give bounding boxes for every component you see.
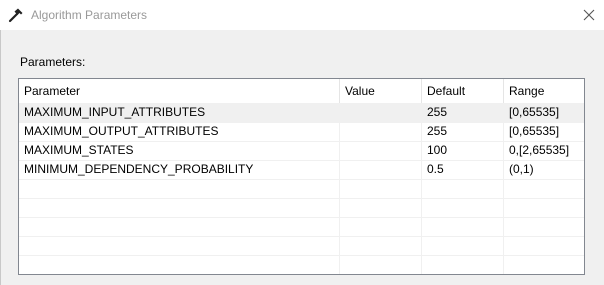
parameters-label: Parameters: — [20, 55, 86, 69]
row-divider — [19, 217, 584, 218]
default-cell: 0.5 — [427, 162, 444, 176]
parameters-table[interactable]: Parameter Value Default Range MAXIMUM_IN… — [18, 78, 585, 275]
title-bar: Algorithm Parameters — [0, 0, 604, 30]
value-cell[interactable] — [340, 141, 422, 160]
column-divider[interactable] — [503, 79, 504, 103]
value-cell[interactable] — [340, 103, 422, 122]
row-divider — [19, 179, 584, 180]
default-cell: 255 — [427, 124, 448, 138]
value-cell[interactable] — [340, 122, 422, 141]
column-divider[interactable] — [421, 79, 422, 103]
table-row[interactable]: MAXIMUM_INPUT_ATTRIBUTES 255 [0,65535] — [19, 103, 584, 122]
range-cell: 0,[2,65535] — [509, 143, 570, 157]
parameter-cell: MAXIMUM_OUTPUT_ATTRIBUTES — [24, 124, 219, 138]
column-divider[interactable] — [339, 79, 340, 103]
table-row[interactable]: MAXIMUM_STATES 100 0,[2,65535] — [19, 141, 584, 160]
window-border — [0, 30, 1, 285]
column-header-default[interactable]: Default — [422, 79, 504, 103]
table-row[interactable]: MAXIMUM_OUTPUT_ATTRIBUTES 255 [0,65535] — [19, 122, 584, 141]
column-header-value[interactable]: Value — [340, 79, 422, 103]
row-divider — [19, 198, 584, 199]
parameter-cell: MAXIMUM_STATES — [24, 143, 134, 157]
range-cell: [0,65535] — [509, 105, 560, 119]
range-cell: (0,1) — [509, 162, 534, 176]
row-divider — [19, 236, 584, 237]
row-divider — [19, 255, 584, 256]
range-cell: [0,65535] — [509, 124, 560, 138]
column-header-parameter[interactable]: Parameter — [19, 79, 340, 103]
column-header-range[interactable]: Range — [504, 79, 584, 103]
close-icon[interactable] — [581, 7, 597, 23]
table-header: Parameter Value Default Range — [19, 79, 584, 103]
hammer-icon — [8, 8, 23, 23]
parameter-cell: MAXIMUM_INPUT_ATTRIBUTES — [24, 105, 206, 119]
default-cell: 100 — [427, 143, 448, 157]
value-cell[interactable] — [340, 160, 422, 179]
table-row[interactable]: MINIMUM_DEPENDENCY_PROBABILITY 0.5 (0,1) — [19, 160, 584, 179]
window-title: Algorithm Parameters — [31, 8, 148, 22]
parameter-cell: MINIMUM_DEPENDENCY_PROBABILITY — [24, 162, 254, 176]
default-cell: 255 — [427, 105, 448, 119]
